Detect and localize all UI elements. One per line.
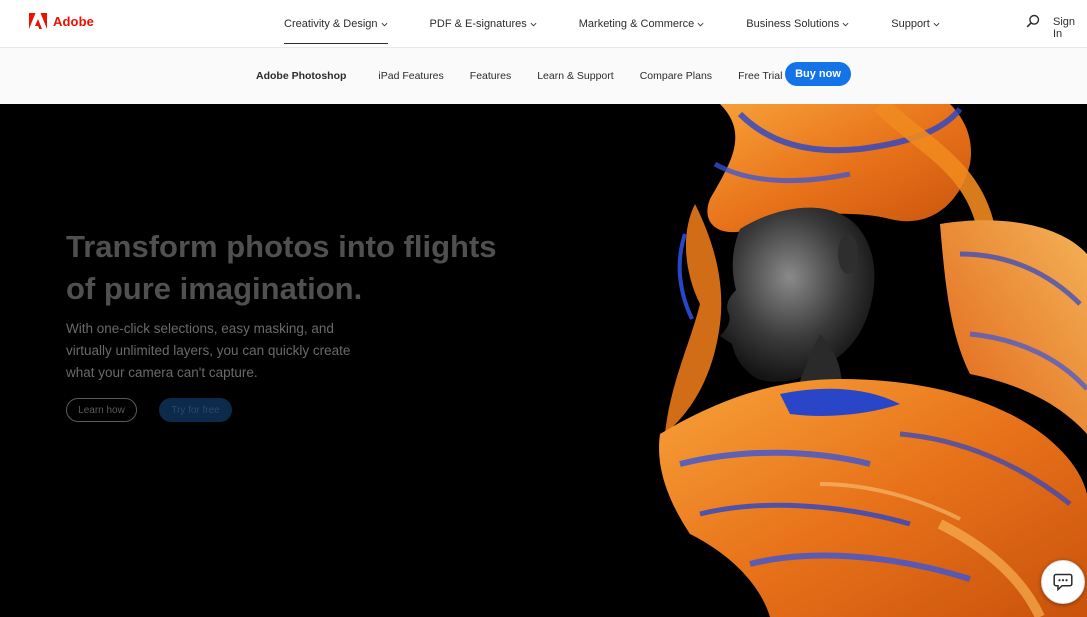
gnav-item-business-solutions[interactable]: Business Solutions — [734, 0, 861, 48]
hero-title: Transform photos into flights of pure im… — [66, 229, 497, 306]
global-nav: Adobe Creativity & Design PDF & E-signat… — [0, 0, 1087, 48]
lnav-item-free-trial[interactable]: Free Trial — [738, 70, 782, 82]
hero-artwork-image — [659, 104, 1087, 617]
buy-now-button[interactable]: Buy now — [785, 62, 851, 86]
chevron-down-icon — [530, 22, 537, 26]
brand-name: Adobe — [53, 14, 94, 29]
product-nav: Adobe Photoshop iPad Features Features L… — [0, 48, 1087, 104]
gnav-item-label: Support — [891, 18, 930, 30]
chevron-down-icon — [933, 22, 940, 26]
gnav-item-creativity-design[interactable]: Creativity & Design — [272, 0, 400, 48]
gnav-item-support[interactable]: Support — [879, 0, 952, 48]
gnav-item-label: Business Solutions — [746, 18, 840, 30]
gnav-item-pdf-esignatures[interactable]: PDF & E-signatures — [418, 0, 549, 48]
search-icon[interactable] — [1026, 14, 1040, 28]
hero-description: With one-click selections, easy masking,… — [66, 321, 351, 380]
product-title[interactable]: Adobe Photoshop — [256, 70, 346, 82]
chevron-down-icon — [381, 22, 387, 26]
gnav-item-label: PDF & E-signatures — [429, 18, 527, 30]
chat-button[interactable] — [1041, 560, 1085, 604]
adobe-logo[interactable]: Adobe — [29, 13, 94, 30]
chat-icon — [1053, 573, 1073, 591]
chevron-down-icon — [697, 22, 704, 26]
try-for-free-button[interactable]: Try for free — [159, 398, 232, 422]
gnav-item-marketing-commerce[interactable]: Marketing & Commerce — [567, 0, 717, 48]
chevron-down-icon — [842, 22, 849, 26]
lnav-item-learn-support[interactable]: Learn & Support — [537, 70, 613, 82]
lnav-item-compare-plans[interactable]: Compare Plans — [640, 70, 712, 82]
sign-in-link[interactable]: Sign In — [1053, 16, 1087, 40]
adobe-logo-icon — [29, 13, 47, 29]
learn-how-button[interactable]: Learn how — [66, 398, 137, 422]
lnav-item-features[interactable]: Features — [470, 70, 511, 82]
gnav-item-label: Marketing & Commerce — [578, 18, 695, 30]
gnav-item-label: Creativity & Design — [284, 18, 378, 30]
hero-section: Transform photos into flights of pure im… — [0, 104, 1087, 617]
lnav-item-ipad-features[interactable]: iPad Features — [378, 70, 443, 82]
